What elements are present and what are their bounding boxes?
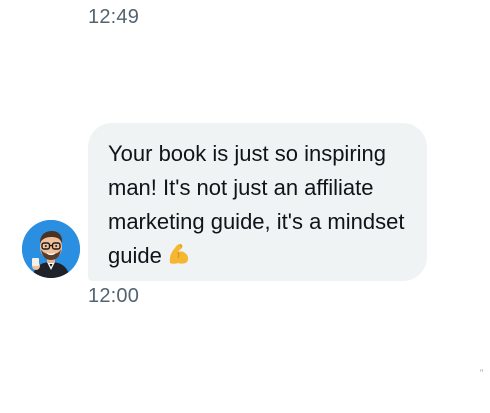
earlier-timestamp: 12:49 (88, 6, 140, 28)
message-text-container: Your book is just so inspiring man! It's… (108, 137, 409, 276)
user-avatar-icon[interactable] (22, 220, 80, 278)
message-text: Your book is just so inspiring man! It's… (108, 141, 405, 268)
message-timestamp: 12:00 (88, 285, 140, 307)
message-bubble[interactable]: Your book is just so inspiring man! It's… (88, 123, 427, 281)
corner-mark: " (480, 368, 484, 378)
flexed-biceps-icon (166, 242, 192, 276)
